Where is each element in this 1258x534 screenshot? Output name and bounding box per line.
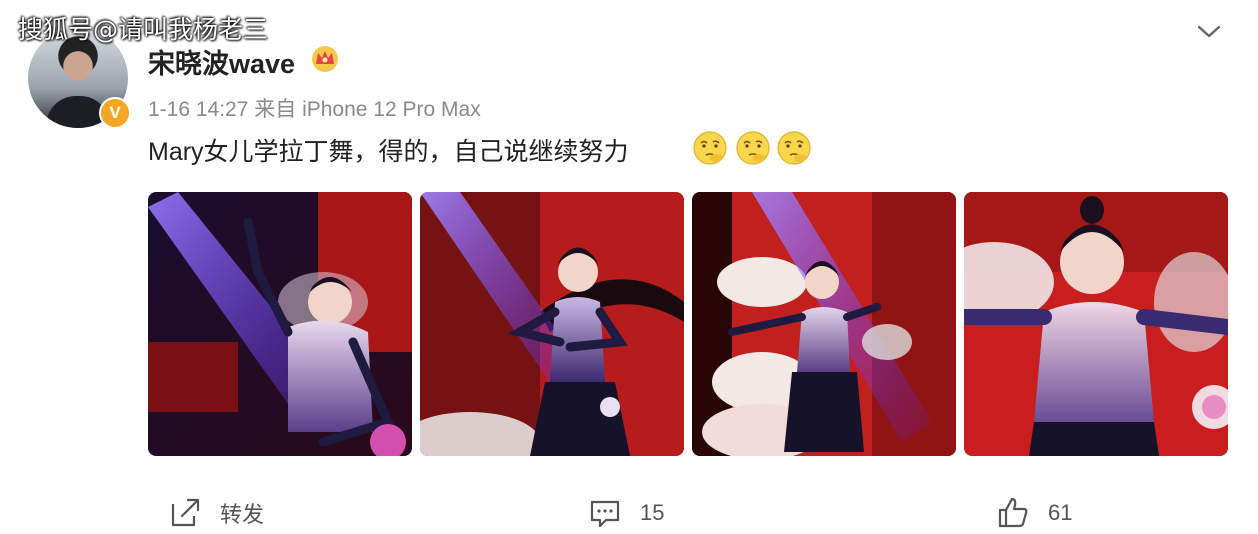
username[interactable]: 宋晓波wave	[148, 42, 295, 81]
photo-4[interactable]	[964, 192, 1228, 456]
repost-label: 转发	[220, 502, 265, 527]
photo-1[interactable]	[148, 192, 412, 456]
comment-count: 15	[640, 500, 665, 525]
like-button[interactable]: 61	[996, 495, 1072, 531]
thinking-emoji-icon	[736, 131, 770, 165]
repost-button[interactable]: 转发	[168, 495, 264, 531]
photo-2[interactable]	[420, 192, 684, 456]
verified-badge-icon: V	[99, 97, 131, 129]
photo-grid	[148, 192, 1228, 456]
thinking-emoji-icon	[777, 131, 811, 165]
comment-icon	[590, 500, 620, 528]
post-text: Mary女儿学拉丁舞，得的，自己说继续努力	[148, 138, 629, 166]
comment-button[interactable]: 15	[588, 495, 664, 531]
watermark-text: 搜狐号@请叫我杨老三	[18, 15, 269, 44]
thinking-emoji-icon	[693, 131, 727, 165]
post-meta: 1-16 14:27 来自 iPhone 12 Pro Max	[148, 98, 481, 121]
photo-3[interactable]	[692, 192, 956, 456]
crown-icon	[312, 46, 338, 72]
thumbs-up-icon	[998, 497, 1028, 528]
chevron-down-icon[interactable]	[1196, 20, 1222, 42]
like-count: 61	[1048, 500, 1073, 525]
share-icon	[171, 498, 200, 527]
